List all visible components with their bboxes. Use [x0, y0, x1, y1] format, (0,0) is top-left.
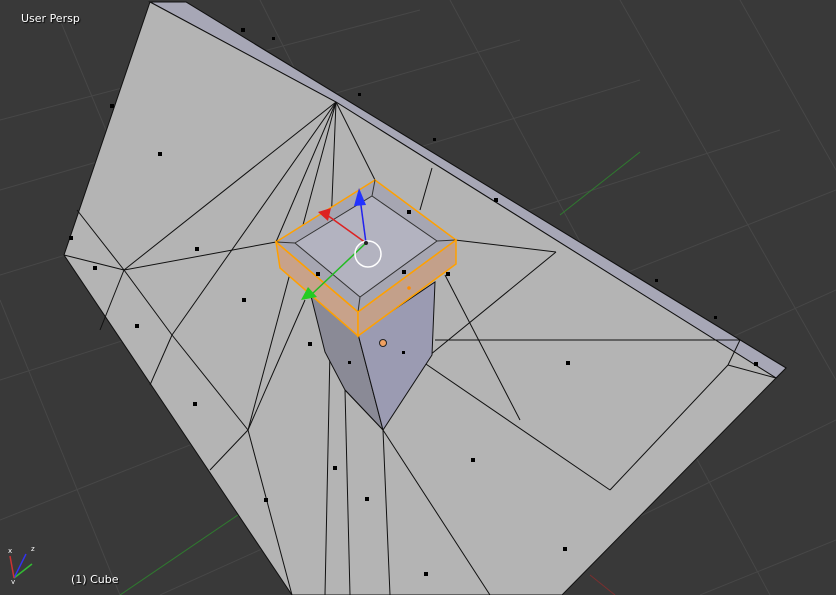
3d-viewport[interactable]: User Persp (1) Cube x z y	[0, 0, 836, 595]
gizmo-x-line	[9, 555, 15, 579]
gizmo-y-label: y	[11, 578, 15, 584]
active-object-label: (1) Cube	[71, 573, 119, 586]
scene-canvas[interactable]	[0, 0, 836, 595]
grid-y-axis-line-far	[559, 151, 641, 216]
gizmo-x-label: x	[8, 547, 12, 555]
gizmo-z-line	[13, 553, 27, 579]
grid-x-axis-line	[589, 574, 616, 595]
view-perspective-label: User Persp	[21, 12, 80, 25]
axis-orientation-icon: x z y	[8, 545, 35, 584]
object-origin-icon	[379, 339, 387, 347]
selected-face-center	[407, 286, 411, 290]
gizmo-z-label: z	[31, 545, 35, 553]
